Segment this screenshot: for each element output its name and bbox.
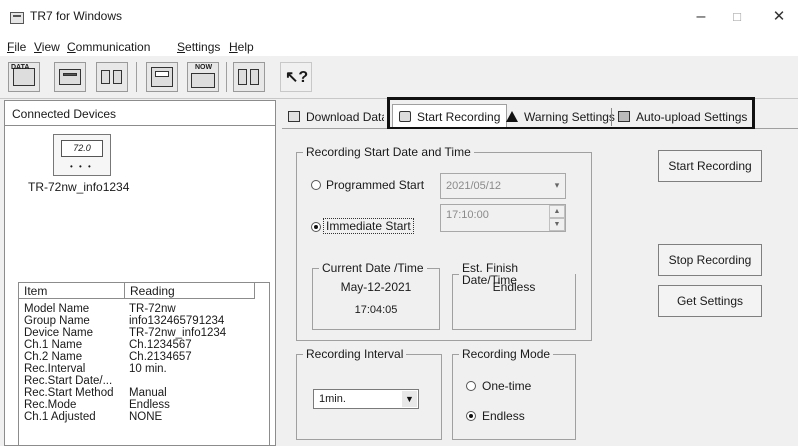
download-data-tool-icon[interactable]: DATA [8, 62, 40, 92]
endless-label: Endless [482, 409, 525, 423]
current-date-legend: Current Date /Time [322, 261, 424, 275]
table-row: Rec.Interval 10 min. [24, 363, 167, 375]
recording-mode-legend: Recording Mode [462, 347, 551, 361]
help-pointer-icon[interactable]: ↖? [280, 62, 312, 92]
endless-radio[interactable] [466, 411, 476, 421]
column-header-reading[interactable]: Reading [125, 283, 255, 299]
now-reading-tool-icon[interactable]: NOW [187, 62, 219, 92]
menu-communication[interactable]: Communication [67, 40, 150, 54]
get-settings-button[interactable]: Get Settings [658, 285, 762, 317]
grid-settings-tool-icon[interactable] [233, 62, 265, 92]
finish-date-group: Est. Finish Date/Time [452, 262, 576, 330]
table-row: Rec.Mode Endless [24, 399, 170, 411]
table-row: Model Name TR-72nw [24, 303, 176, 315]
tab-download-data[interactable]: Download Data [288, 106, 384, 128]
recording-interval-legend: Recording Interval [306, 347, 404, 361]
device-display: 72.0 [61, 140, 103, 157]
column-header-item[interactable]: Item [19, 283, 125, 299]
connected-devices-title: Connected Devices [12, 107, 117, 121]
current-date-value: May-12-2021 [340, 280, 412, 294]
chevron-down-icon[interactable]: ▼ [402, 391, 417, 407]
app-icon [10, 12, 24, 24]
table-row: Group Name info132465791234 [24, 315, 225, 327]
spin-up-icon[interactable]: ▲ [549, 205, 565, 218]
highlight-frame [387, 97, 755, 130]
menu-view[interactable]: View [34, 40, 60, 54]
table-row: Ch.1 Name Ch.1234567 [24, 339, 192, 351]
programmed-start-label: Programmed Start [326, 178, 425, 192]
chevron-down-icon[interactable]: ▾ [549, 174, 565, 198]
programmed-start-radio[interactable] [311, 180, 321, 190]
device-settings-tool-icon[interactable] [54, 62, 86, 92]
stop-recording-button[interactable]: Stop Recording [658, 244, 762, 276]
maximize-button[interactable]: □ [714, 4, 760, 30]
immediate-start-label: Immediate Start [323, 218, 414, 234]
logger-device-icon[interactable]: 72.0 • • • [53, 134, 111, 176]
table-row: Rec.Start Date/... [24, 375, 113, 387]
start-time-field[interactable]: 17:10:00 ▲ ▼ [440, 204, 566, 232]
menu-help[interactable]: Help [229, 40, 254, 54]
list-view-tool-icon[interactable] [96, 62, 128, 92]
start-recording-button[interactable]: Start Recording [658, 150, 762, 182]
finish-date-value: Endless [492, 280, 536, 294]
printer-icon [288, 111, 300, 122]
table-row: Rec.Start Method Manual [24, 387, 167, 399]
recording-interval-select[interactable]: 1min. ▼ [313, 389, 419, 409]
window-title: TR7 for Windows [30, 9, 123, 23]
device-name-label[interactable]: TR-72nw_info1234 [28, 180, 129, 194]
toolbar-separator [136, 62, 137, 92]
programmed-date-field[interactable]: 2021/05/12 ▾ [440, 173, 566, 199]
one-time-radio[interactable] [466, 381, 476, 391]
recording-settings-tool-icon[interactable] [146, 62, 178, 92]
recording-mode-group: Recording Mode [452, 348, 576, 440]
close-button[interactable]: ✕ [756, 4, 798, 30]
table-row: Ch.1 Adjusted NONE [24, 411, 163, 423]
current-date-group: Current Date /Time [312, 262, 440, 330]
current-time-value: 17:04:05 [354, 304, 398, 316]
menu-file[interactable]: File [7, 40, 26, 54]
divider [4, 125, 276, 126]
immediate-start-radio[interactable] [311, 222, 321, 232]
one-time-label: One-time [482, 379, 532, 393]
device-properties-table: Item Reading Model Name TR-72nw Group Nam… [18, 282, 270, 446]
recording-start-legend: Recording Start Date and Time [306, 145, 471, 159]
toolbar-separator [226, 62, 227, 92]
menu-settings[interactable]: Settings [177, 40, 220, 54]
table-row: Device Name TR-72nw_info1234 [24, 327, 227, 339]
spin-down-icon[interactable]: ▼ [549, 218, 565, 231]
table-row: Ch.2 Name Ch.2134657 [24, 351, 192, 363]
